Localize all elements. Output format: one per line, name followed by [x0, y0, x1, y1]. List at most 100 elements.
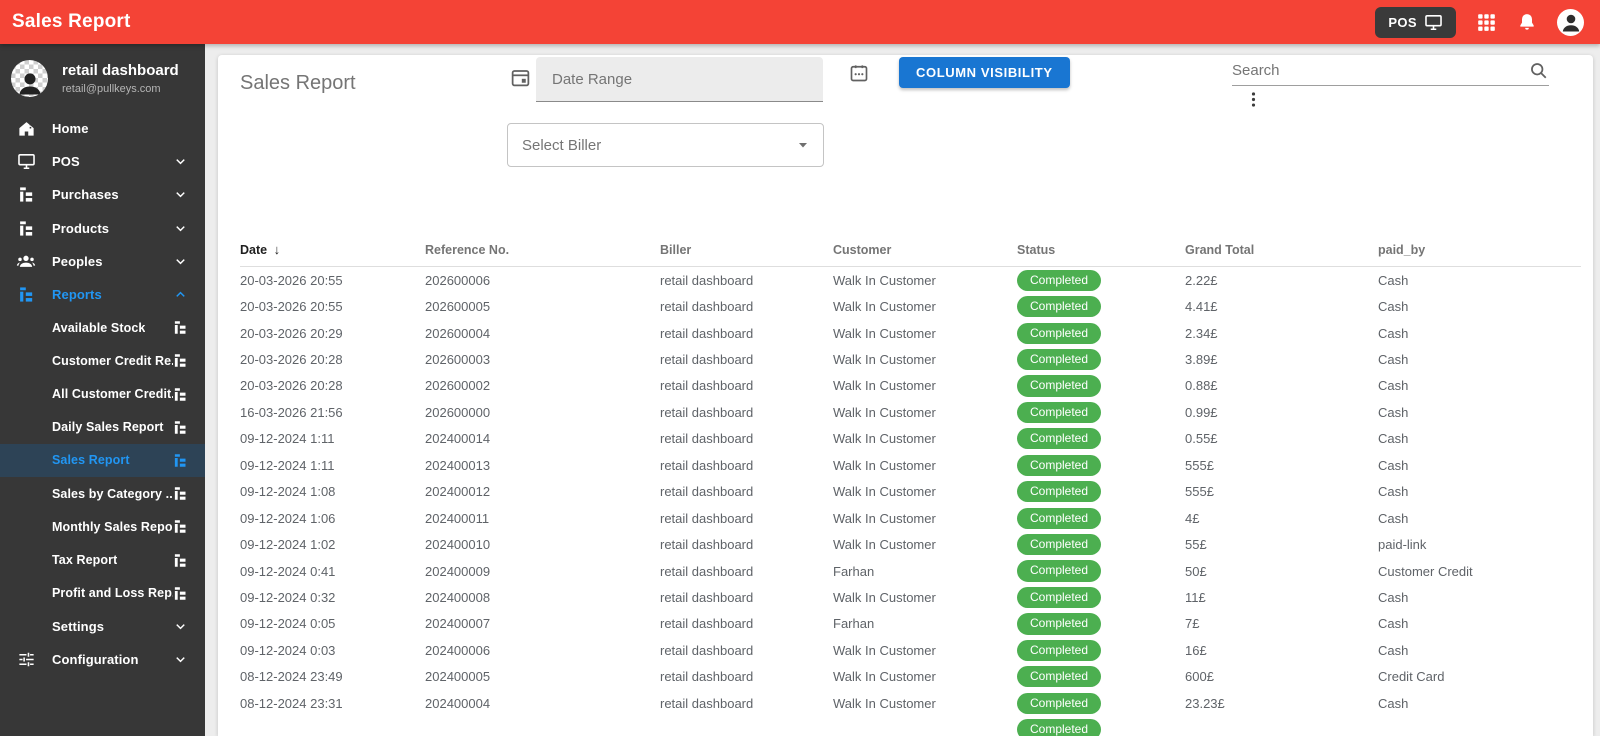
cell-date: 20-03-2026 20:28 [240, 378, 425, 393]
cell-total: 3.89£ [1185, 352, 1378, 367]
sidebar-item-products[interactable]: Products [0, 212, 205, 245]
sidebar-subitem-tax-report[interactable]: Tax Report [0, 543, 205, 576]
notifications-bell-icon[interactable] [1517, 12, 1537, 32]
sidebar-item-peoples[interactable]: Peoples [0, 245, 205, 278]
topbar-actions: POS [1375, 7, 1584, 38]
cell-ref: 202400011 [425, 511, 660, 526]
table-row: 09-12-2024 0:32202400008retail dashboard… [218, 584, 1593, 610]
monitor-icon [14, 152, 38, 171]
cell-customer: Farhan [833, 616, 1017, 631]
select-biller-dropdown[interactable]: Select Biller [507, 123, 824, 167]
cell-paid_by: Cash [1378, 643, 1593, 658]
sidebar-subitem-all-customer-credit[interactable]: All Customer Credit... [0, 378, 205, 411]
sidebar-subitem-available-stock[interactable]: Available Stock [0, 311, 205, 344]
search-icon[interactable] [1528, 60, 1549, 81]
tree-icon [173, 553, 188, 568]
status-badge: Completed [1017, 270, 1101, 291]
table-row: 20-03-2026 20:29202600004retail dashboar… [218, 320, 1593, 346]
sidebar-subitem-profit-and-loss-rep[interactable]: Profit and Loss Rep... [0, 577, 205, 610]
table-row: 09-12-2024 1:02202400010retail dashboard… [218, 531, 1593, 557]
tree-icon [173, 420, 188, 435]
status-badge: Completed [1017, 375, 1101, 396]
sidebar-item-pos[interactable]: POS [0, 145, 205, 178]
cell-ref: 202400006 [425, 643, 660, 658]
sidebar-subitem-sales-by-category[interactable]: Sales by Category ... [0, 477, 205, 510]
sidebar-item-reports[interactable]: Reports [0, 278, 205, 311]
cell-date: 20-03-2026 20:55 [240, 273, 425, 288]
cell-biller: retail dashboard [660, 484, 833, 499]
table-row: 09-12-2024 1:08202400012retail dashboard… [218, 479, 1593, 505]
more-options-icon[interactable] [1244, 90, 1263, 109]
search-input[interactable] [1232, 56, 1522, 84]
status-badge: Completed [1017, 402, 1101, 423]
cell-customer: Farhan [833, 564, 1017, 579]
sidebar-item-purchases[interactable]: Purchases [0, 178, 205, 211]
people-icon [14, 251, 38, 271]
cell-ref: 202400005 [425, 669, 660, 684]
column-header-paid-by[interactable]: paid_by [1378, 243, 1593, 257]
table-body: 20-03-2026 20:55202600006retail dashboar… [218, 267, 1593, 736]
user-avatar[interactable] [1557, 9, 1584, 36]
table-row: 09-12-2024 1:06202400011retail dashboard… [218, 505, 1593, 531]
column-header-reference-no[interactable]: Reference No. [425, 243, 660, 257]
tree-icon [14, 186, 38, 203]
sidebar-item-label: Peoples [52, 254, 103, 269]
column-visibility-button[interactable]: COLUMN VISIBILITY [899, 57, 1070, 88]
cell-total: 555£ [1185, 458, 1378, 473]
sidebar-subitem-label: Sales by Category ... [52, 487, 173, 501]
table-row: 09-12-2024 1:11202400014retail dashboard… [218, 426, 1593, 452]
sidebar-item-label: Products [52, 221, 109, 236]
calendar-range-icon[interactable] [849, 63, 869, 83]
table-row: Completed [218, 716, 1593, 736]
cell-ref: 202400010 [425, 537, 660, 552]
column-header-customer[interactable]: Customer [833, 243, 1017, 257]
cell-ref: 202600000 [425, 405, 660, 420]
sidebar-subitem-customer-credit-re[interactable]: Customer Credit Re... [0, 344, 205, 377]
pos-button-label: POS [1388, 15, 1417, 30]
cell-total: 50£ [1185, 564, 1378, 579]
apps-grid-icon[interactable] [1476, 12, 1497, 33]
sidebar-subitem-monthly-sales-report[interactable]: Monthly Sales Report [0, 510, 205, 543]
sidebar-subitem-sales-report[interactable]: Sales Report [0, 444, 205, 477]
date-range-input[interactable] [536, 57, 823, 102]
tune-icon [14, 650, 38, 669]
calendar-icon[interactable] [510, 67, 531, 88]
chevron-down-icon [173, 254, 188, 269]
cell-date: 09-12-2024 0:41 [240, 564, 425, 579]
cell-customer: Walk In Customer [833, 484, 1017, 499]
column-header-status[interactable]: Status [1017, 243, 1185, 257]
status-badge: Completed [1017, 534, 1101, 555]
cell-ref: 202400009 [425, 564, 660, 579]
table-row: 20-03-2026 20:28202600003retail dashboar… [218, 346, 1593, 372]
sidebar-subitem-daily-sales-report[interactable]: Daily Sales Report [0, 411, 205, 444]
tree-icon [173, 519, 188, 534]
cell-date: 09-12-2024 1:11 [240, 458, 425, 473]
table-row: 09-12-2024 0:03202400006retail dashboard… [218, 637, 1593, 663]
status-badge: Completed [1017, 428, 1101, 449]
sidebar-subitem-label: Available Stock [52, 321, 145, 335]
sidebar-item-home[interactable]: Home [0, 112, 205, 145]
cell-paid_by: Customer Credit [1378, 564, 1593, 579]
cell-date: 09-12-2024 0:32 [240, 590, 425, 605]
pos-button[interactable]: POS [1375, 7, 1456, 38]
cell-paid_by: Cash [1378, 590, 1593, 605]
cell-biller: retail dashboard [660, 299, 833, 314]
column-header-biller[interactable]: Biller [660, 243, 833, 257]
cell-total: 0.55£ [1185, 431, 1378, 446]
cell-biller: retail dashboard [660, 352, 833, 367]
sidebar-item-configuration[interactable]: Configuration [0, 643, 205, 676]
cell-ref: 202400007 [425, 616, 660, 631]
sidebar-item-settings[interactable]: Settings [0, 610, 205, 643]
column-header-grand-total[interactable]: Grand Total [1185, 243, 1378, 257]
status-badge: Completed [1017, 481, 1101, 502]
cell-total: 0.88£ [1185, 378, 1378, 393]
column-header-date[interactable]: Date ↓ [240, 242, 425, 257]
cell-total: 555£ [1185, 484, 1378, 499]
cell-paid_by: Cash [1378, 326, 1593, 341]
table-row: 09-12-2024 0:41202400009retail dashboard… [218, 558, 1593, 584]
profile-avatar[interactable] [11, 60, 48, 97]
cell-date: 09-12-2024 1:06 [240, 511, 425, 526]
table-row: 20-03-2026 20:55202600006retail dashboar… [218, 267, 1593, 293]
cell-ref: 202400014 [425, 431, 660, 446]
tree-icon [14, 286, 38, 303]
